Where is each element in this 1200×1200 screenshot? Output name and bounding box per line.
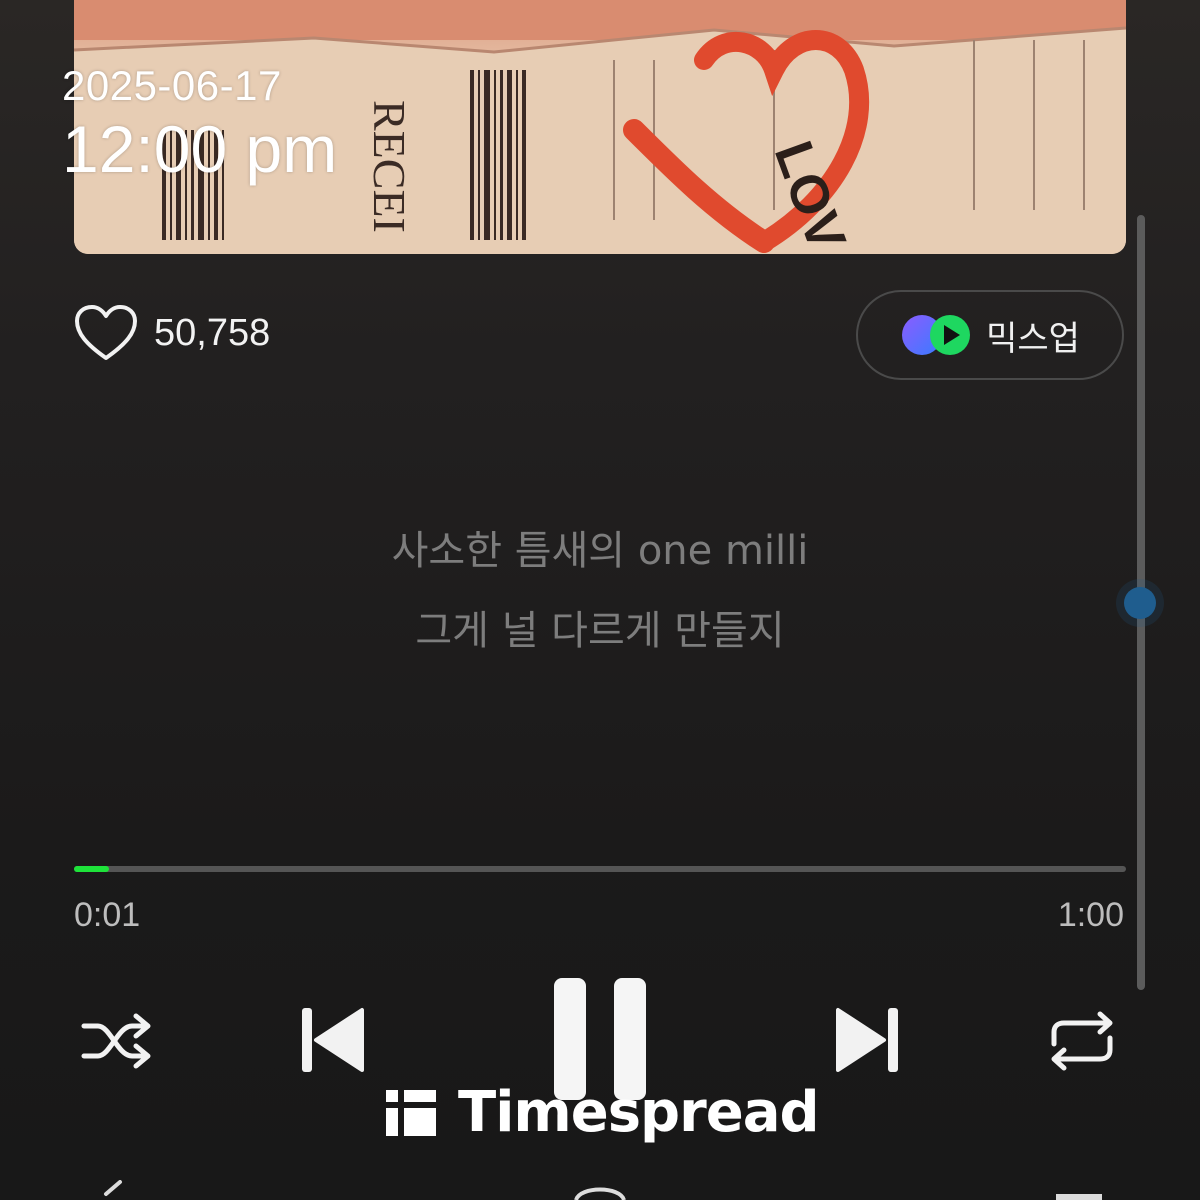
timestamp-overlay: 2025-06-17 12:00 pm	[62, 62, 337, 186]
lyrics-scrollbar-thumb[interactable]	[1124, 587, 1156, 619]
watermark: Timespread	[386, 1080, 820, 1145]
overlay-date: 2025-06-17	[62, 62, 282, 109]
watermark-label: Timespread	[458, 1080, 820, 1145]
mixup-label: 믹스업	[986, 318, 1080, 359]
back-nav-icon[interactable]	[96, 1180, 126, 1200]
repeat-icon[interactable]	[1046, 1010, 1118, 1072]
mixup-button[interactable]: 믹스업	[856, 290, 1124, 380]
home-nav-icon[interactable]	[572, 1180, 628, 1200]
shuffle-icon[interactable]	[80, 1012, 152, 1070]
like-row: 50,758	[74, 304, 270, 362]
elapsed-time: 0:01	[74, 896, 141, 934]
lyric-line[interactable]: 그게 널 다르게 만들지	[200, 598, 1000, 656]
mixup-logo-icon	[902, 315, 971, 355]
heart-outline-icon[interactable]	[74, 304, 138, 362]
album-text-recei: RECEI	[364, 100, 415, 233]
recents-nav-icon[interactable]	[1054, 1180, 1104, 1200]
skip-next-icon[interactable]	[834, 1004, 902, 1076]
skip-previous-icon[interactable]	[298, 1004, 366, 1076]
playback-progress-bar[interactable]	[74, 866, 1126, 872]
lyric-line[interactable]: 사소한 틈새의 one milli	[200, 518, 1000, 576]
like-count: 50,758	[154, 311, 271, 354]
overlay-time: 12:00 pm	[62, 112, 338, 186]
total-time: 1:00	[1057, 896, 1124, 934]
playback-progress-fill	[74, 866, 109, 872]
timespread-logo-icon	[386, 1089, 436, 1136]
